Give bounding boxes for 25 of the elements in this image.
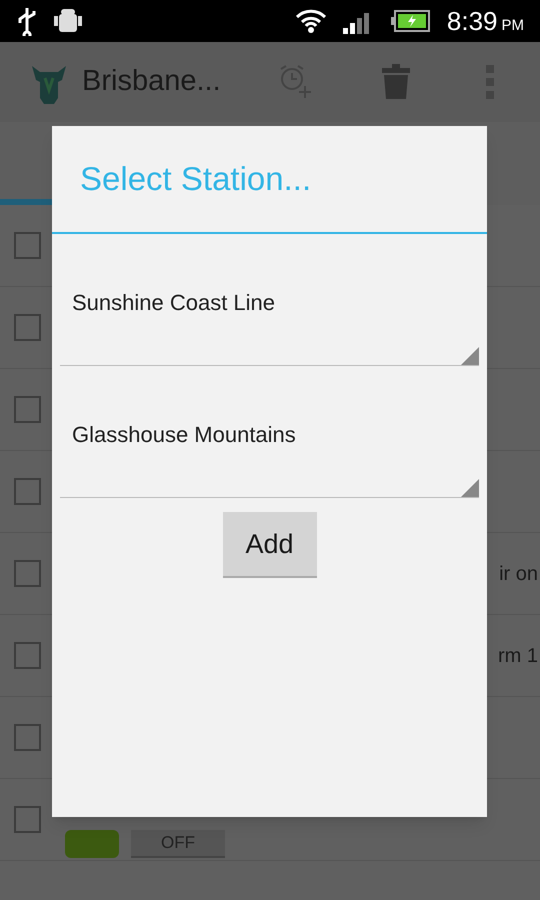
checkbox[interactable]	[14, 724, 41, 751]
wifi-icon	[294, 8, 327, 34]
checkbox[interactable]	[14, 478, 41, 505]
dropdown-corner-icon	[461, 479, 479, 497]
trash-icon	[382, 64, 410, 100]
dialog-title: Select Station...	[80, 159, 312, 200]
toggle-icon	[65, 830, 119, 858]
add-button[interactable]: Add	[222, 512, 316, 578]
battery-icon	[390, 9, 431, 33]
checkbox[interactable]	[14, 314, 41, 341]
row-text: rm 1	[498, 644, 538, 668]
checkbox[interactable]	[14, 232, 41, 259]
clock-meridiem: PM	[502, 16, 524, 36]
checkbox[interactable]	[14, 642, 41, 669]
checkbox[interactable]	[14, 560, 41, 587]
clock-time: 8:39	[446, 4, 498, 38]
row-text: ir on	[499, 562, 538, 586]
station-dropdown[interactable]: Sunshine Coast Line	[60, 234, 479, 366]
tab-indicator	[0, 199, 52, 205]
checkbox[interactable]	[14, 806, 41, 833]
app-title: Brisbane...	[82, 64, 221, 100]
checkbox[interactable]	[14, 396, 41, 423]
dropdown-corner-icon	[461, 347, 479, 365]
station-dropdown[interactable]: Glasshouse Mountains	[60, 366, 479, 498]
usb-icon	[16, 6, 38, 36]
